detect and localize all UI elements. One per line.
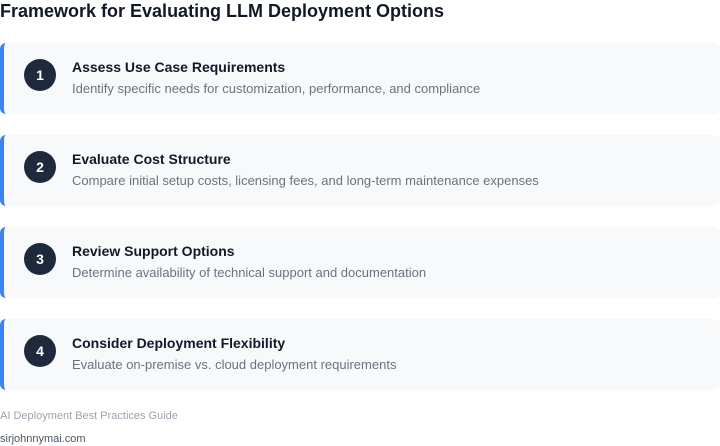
page-title: Framework for Evaluating LLM Deployment … [0, 1, 445, 21]
step-title: Assess Use Case Requirements [72, 59, 286, 75]
step-number-badge: 4 [24, 335, 56, 367]
step-description: Identify specific needs for customizatio… [72, 81, 481, 96]
footer-site-url: sirjohnnymai.com [0, 433, 86, 445]
step-number-badge: 1 [24, 59, 56, 91]
step-title: Consider Deployment Flexibility [72, 335, 286, 351]
step-title: Review Support Options [72, 243, 235, 259]
footer-guide-title: AI Deployment Best Practices Guide [0, 410, 178, 422]
step-number-badge: 2 [24, 151, 56, 183]
step-card-2: 2 Evaluate Cost Structure Compare initia… [0, 135, 720, 206]
step-description: Determine availability of technical supp… [72, 265, 427, 280]
step-description: Evaluate on-premise vs. cloud deployment… [72, 357, 397, 372]
step-card-4: 4 Consider Deployment Flexibility Evalua… [0, 319, 720, 390]
step-card-1: 1 Assess Use Case Requirements Identify … [0, 43, 720, 114]
step-description: Compare initial setup costs, licensing f… [72, 173, 539, 188]
step-card-3: 3 Review Support Options Determine avail… [0, 227, 720, 298]
step-title: Evaluate Cost Structure [72, 151, 231, 167]
step-number-badge: 3 [24, 243, 56, 275]
steps-list: 1 Assess Use Case Requirements Identify … [0, 43, 720, 411]
